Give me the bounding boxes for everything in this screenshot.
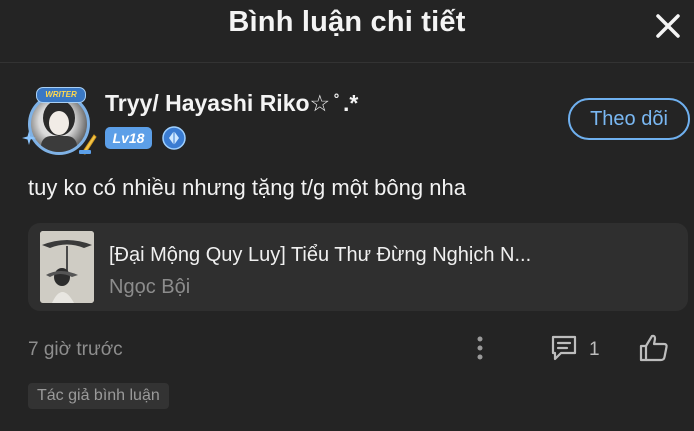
username[interactable]: Tryy/ Hayashi Riko☆ ̊ .* — [105, 90, 358, 117]
book-cover — [40, 231, 94, 303]
comment-timestamp: 7 giờ trước — [28, 339, 123, 360]
reply-button[interactable] — [549, 333, 579, 363]
close-icon — [656, 14, 680, 38]
book-card[interactable]: [Đại Mộng Quy Luy] Tiểu Thư Đừng Nghịch … — [28, 223, 688, 311]
close-button[interactable] — [650, 8, 686, 44]
page-title: Bình luận chi tiết — [228, 6, 466, 38]
book-title: [Đại Mộng Quy Luy] Tiểu Thư Đừng Nghịch … — [109, 244, 532, 266]
thumbs-up-icon — [639, 334, 668, 362]
header: Bình luận chi tiết — [0, 0, 694, 63]
reply-count: 1 — [589, 339, 600, 360]
level-badge: Lv18 — [105, 127, 152, 149]
comment-detail-screen: Bình luận chi tiết WRITER Tryy/ Hayashi … — [0, 0, 694, 431]
avatar[interactable]: WRITER — [22, 85, 98, 161]
diamond-rank-icon — [162, 126, 186, 150]
follow-button[interactable]: Theo dõi — [568, 98, 690, 140]
book-author: Ngọc Bội — [109, 276, 191, 298]
sparkle-icon — [22, 131, 36, 145]
quill-icon — [79, 134, 97, 155]
author-comment-tag: Tác giả bình luận — [28, 383, 169, 409]
comment-text: tuy ko có nhiều nhưng tặng t/g một bông … — [28, 175, 466, 200]
comment-icon — [551, 335, 577, 361]
more-vertical-icon — [477, 336, 483, 360]
writer-badge: WRITER — [36, 87, 86, 103]
like-button[interactable] — [638, 332, 670, 364]
more-options-button[interactable] — [470, 333, 490, 363]
